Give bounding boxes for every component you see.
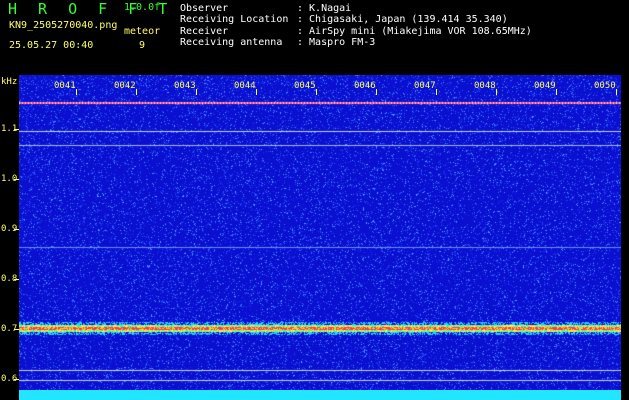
filename-label: KN9_2505270040.png: [9, 20, 118, 31]
x-tick-label: 0050: [594, 81, 616, 91]
spectrogram-panel: kHz 1.1 1.0 0.9 0.8 0.7 0.6 0041 0042 00…: [0, 75, 629, 400]
y-unit-label: kHz: [1, 77, 18, 87]
header-panel: H R O F F T 1.0.0f KN9_2505270040.png me…: [0, 0, 629, 75]
observer-label: Observer: [180, 3, 229, 14]
x-tick-label: 0043: [174, 81, 196, 91]
x-tick-mark: [256, 89, 257, 95]
bottom-signal-strip: [19, 390, 621, 400]
location-value: : Chigasaki, Japan (139.414 35.340): [297, 14, 508, 25]
x-tick-mark: [436, 89, 437, 95]
x-tick-mark: [616, 89, 617, 95]
x-tick-label: 0047: [414, 81, 436, 91]
x-tick-mark: [556, 89, 557, 95]
observer-value: : K.Nagai: [297, 3, 352, 14]
x-tick-label: 0048: [474, 81, 496, 91]
spectrogram-canvas: [19, 75, 621, 400]
x-tick-label: 0049: [534, 81, 556, 91]
meteor-label: meteor: [124, 26, 161, 37]
x-tick-mark: [316, 89, 317, 95]
receiver-label: Receiver: [180, 26, 229, 37]
y-axis: kHz 1.1 1.0 0.9 0.8 0.7 0.6: [0, 75, 19, 400]
version-label: 1.0.0f: [124, 2, 161, 13]
right-border: [621, 75, 629, 400]
x-tick-label: 0042: [114, 81, 136, 91]
x-tick-mark: [376, 89, 377, 95]
x-tick-label: 0046: [354, 81, 376, 91]
x-tick-label: 0041: [54, 81, 76, 91]
antenna-label: Receiving antenna: [180, 37, 283, 48]
x-tick-mark: [496, 89, 497, 95]
x-tick-label: 0045: [294, 81, 316, 91]
antenna-value: : Maspro FM-3: [297, 37, 376, 48]
spectrogram-area: [19, 75, 621, 400]
meteor-count: 9: [139, 40, 146, 51]
x-tick-mark: [196, 89, 197, 95]
datetime-label: 25.05.27 00:40: [9, 40, 94, 51]
receiver-value: : AirSpy mini (Miakejima VOR 108.65MHz): [297, 26, 532, 37]
x-tick-mark: [136, 89, 137, 95]
x-tick-label: 0044: [234, 81, 256, 91]
x-tick-mark: [76, 89, 77, 95]
location-label: Receiving Location: [180, 14, 289, 25]
